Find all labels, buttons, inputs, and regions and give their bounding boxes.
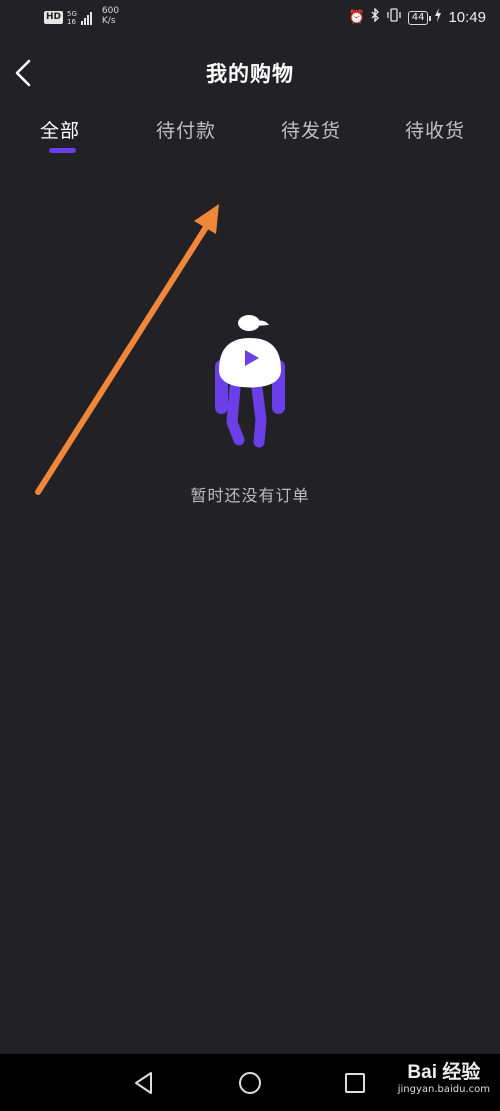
square-recents-icon [345, 1073, 365, 1093]
triangle-back-icon [135, 1072, 152, 1094]
system-nav-bar: Bai 经验 jingyan.baidu.com [0, 1054, 500, 1111]
tab-pending-shipment[interactable]: 待发货 [281, 116, 341, 143]
empty-orders-illustration [205, 310, 295, 455]
signal-strength-icon [80, 11, 92, 25]
tab-pending-payment[interactable]: 待付款 [156, 116, 216, 143]
battery-icon: 44 [407, 10, 432, 25]
baidu-jingyan-watermark: Bai 经验 jingyan.baidu.com [398, 1062, 490, 1096]
bluetooth-icon [371, 7, 380, 27]
network-type-indicator: 5G 16 [67, 10, 77, 26]
network-type: 5G [67, 10, 77, 18]
charging-icon [434, 8, 442, 27]
tab-pending-receipt[interactable]: 待收货 [405, 116, 465, 143]
watermark-main: Bai 经验 [407, 1062, 481, 1083]
annotation-arrow-icon [35, 204, 219, 495]
network-sub: 16 [67, 18, 76, 26]
tab-all[interactable]: 全部 [40, 116, 80, 143]
watermark-sub: jingyan.baidu.com [397, 1084, 490, 1095]
nav-back-button[interactable] [129, 1068, 159, 1098]
circle-home-icon [239, 1072, 261, 1094]
clock: 10:49 [448, 9, 486, 26]
nav-home-button[interactable] [235, 1068, 265, 1098]
status-bar: HD 5G 16 600 K/s ⏰ 44 10:49 [0, 0, 500, 36]
alarm-icon: ⏰ [348, 9, 365, 25]
empty-state-message: 暂时还没有订单 [190, 486, 310, 505]
person-play-icon [215, 315, 285, 448]
active-tab-indicator [49, 148, 76, 153]
page-title: 我的购物 [206, 62, 294, 86]
vibrate-icon [386, 8, 402, 27]
order-tabs: 全部 待付款 待发货 待收货 [0, 116, 500, 160]
status-left: HD 5G 16 600 K/s [44, 6, 119, 26]
hd-badge: HD [44, 11, 64, 24]
network-speed-value: 600 [101, 6, 120, 16]
nav-recents-button[interactable] [340, 1068, 370, 1098]
network-speed: 600 K/s [102, 6, 119, 26]
status-right: ⏰ 44 10:49 [348, 7, 486, 27]
header: 我的购物 [0, 48, 500, 98]
network-speed-unit: K/s [101, 16, 116, 26]
